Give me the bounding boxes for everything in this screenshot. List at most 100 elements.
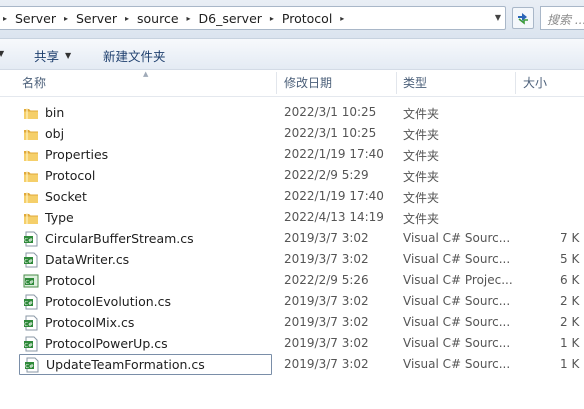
column-divider[interactable] — [276, 72, 277, 94]
file-name: Type — [45, 210, 74, 225]
file-row[interactable]: C# UpdateTeamFormation.cs 2019/3/7 3:02 … — [0, 354, 584, 375]
file-type: 文件夹 — [403, 212, 440, 226]
file-name-cell[interactable]: C# ProtocolMix.cs — [19, 312, 272, 333]
svg-text:C#: C# — [25, 279, 34, 285]
file-row[interactable]: bin 2022/3/1 10:25 文件夹 — [0, 102, 584, 123]
new-folder-button[interactable]: 新建文件夹 — [103, 46, 166, 65]
csharp-file-icon: C# — [23, 294, 39, 310]
file-row[interactable]: Properties 2022/1/19 17:40 文件夹 — [0, 144, 584, 165]
address-bar: ▸ Server ▸ Server ▸ source ▸ D6_server ▸… — [0, 0, 584, 39]
search-input[interactable]: 搜索 ... — [540, 6, 584, 30]
refresh-icon — [518, 13, 528, 25]
file-row[interactable]: C# DataWriter.cs 2019/3/7 3:02 Visual C#… — [0, 249, 584, 270]
breadcrumb-item-d6-server[interactable]: ▸ D6_server — [183, 11, 266, 26]
file-modified-date: 2019/3/7 3:02 — [284, 357, 369, 371]
file-name: ProtocolEvolution.cs — [45, 294, 172, 309]
folder-icon — [23, 147, 39, 163]
column-header-size[interactable]: 大小 — [517, 70, 584, 96]
file-name-cell[interactable]: C# UpdateTeamFormation.cs — [19, 354, 272, 375]
address-dropdown-icon[interactable]: ▼ — [495, 13, 501, 22]
svg-text:C#: C# — [24, 258, 33, 264]
csharp-file-icon: C# — [24, 357, 40, 373]
sort-ascending-icon: ▲ — [143, 70, 149, 78]
file-modified-date: 2022/1/19 17:40 — [284, 147, 384, 161]
file-row[interactable]: C# ProtocolEvolution.cs 2019/3/7 3:02 Vi… — [0, 291, 584, 312]
file-row[interactable]: C# ProtocolPowerUp.cs 2019/3/7 3:02 Visu… — [0, 333, 584, 354]
svg-text:C#: C# — [24, 300, 33, 306]
file-name-cell[interactable]: C# DataWriter.cs — [19, 249, 272, 270]
file-name: ProtocolMix.cs — [45, 315, 135, 330]
file-row[interactable]: Protocol 2022/2/9 5:29 文件夹 — [0, 165, 584, 186]
file-modified-date: 2019/3/7 3:02 — [284, 336, 369, 350]
chevron-right-icon: ▸ — [2, 13, 7, 23]
svg-text:C#: C# — [24, 321, 33, 327]
file-name-cell[interactable]: Protocol — [19, 165, 272, 186]
file-type: Visual C# Sourc... — [403, 336, 511, 350]
file-size: 1 K — [560, 357, 580, 371]
file-size: 2 K — [560, 294, 580, 308]
column-header-date[interactable]: 修改日期 — [278, 70, 396, 96]
chevron-right-icon: ▸ — [186, 13, 191, 23]
new-folder-label: 新建文件夹 — [103, 49, 166, 64]
column-headers: 名称 修改日期 类型 大小 — [0, 70, 584, 97]
file-modified-date: 2022/2/9 5:26 — [284, 273, 369, 287]
file-type: 文件夹 — [403, 128, 440, 142]
breadcrumb-item-server-1[interactable]: ▸ Server — [0, 11, 60, 26]
column-header-type[interactable]: 类型 — [397, 70, 515, 96]
file-name-cell[interactable]: C# Protocol — [19, 270, 272, 291]
breadcrumb[interactable]: ▸ Server ▸ Server ▸ source ▸ D6_server ▸… — [0, 6, 506, 30]
file-name-cell[interactable]: Properties — [19, 144, 272, 165]
file-modified-date: 2019/3/7 3:02 — [284, 231, 369, 245]
file-row[interactable]: C# Protocol 2022/2/9 5:26 Visual C# Proj… — [0, 270, 584, 291]
file-modified-date: 2022/3/1 10:25 — [284, 126, 377, 140]
file-modified-date: 2022/3/1 10:25 — [284, 105, 377, 119]
breadcrumb-item-server-2[interactable]: ▸ Server — [60, 11, 121, 26]
file-name-cell[interactable]: C# ProtocolPowerUp.cs — [19, 333, 272, 354]
csharp-file-icon: C# — [23, 252, 39, 268]
file-name: UpdateTeamFormation.cs — [46, 357, 205, 372]
file-name-cell[interactable]: obj — [19, 123, 272, 144]
file-name-cell[interactable]: C# CircularBufferStream.cs — [19, 228, 272, 249]
column-divider[interactable] — [515, 72, 516, 94]
refresh-button[interactable] — [512, 7, 534, 29]
csharp-file-icon: C# — [23, 336, 39, 352]
file-row[interactable]: Socket 2022/1/19 17:40 文件夹 — [0, 186, 584, 207]
chevron-right-icon: ▸ — [269, 13, 274, 23]
file-size: 5 K — [560, 252, 580, 266]
file-row[interactable]: Type 2022/4/13 14:19 文件夹 — [0, 207, 584, 228]
file-name-cell[interactable]: Socket — [19, 186, 272, 207]
file-type: 文件夹 — [403, 170, 440, 184]
file-row[interactable]: obj 2022/3/1 10:25 文件夹 — [0, 123, 584, 144]
chevron-right-icon[interactable]: ▸ — [336, 14, 348, 23]
file-type: Visual C# Projec... — [403, 273, 513, 287]
file-name-cell[interactable]: bin — [19, 102, 272, 123]
share-button[interactable]: 共享 ▼ — [34, 46, 71, 65]
file-name: bin — [45, 105, 65, 120]
file-name-cell[interactable]: C# ProtocolEvolution.cs — [19, 291, 272, 312]
svg-text:C#: C# — [25, 363, 34, 369]
command-bar: ▼ 共享 ▼ 新建文件夹 — [0, 39, 584, 70]
file-modified-date: 2022/4/13 14:19 — [284, 210, 384, 224]
file-modified-date: 2019/3/7 3:02 — [284, 294, 369, 308]
file-type: Visual C# Sourc... — [403, 252, 511, 266]
csharp-project-icon: C# — [23, 273, 39, 289]
file-type: 文件夹 — [403, 107, 440, 121]
file-name-cell[interactable]: Type — [19, 207, 272, 228]
file-row[interactable]: C# ProtocolMix.cs 2019/3/7 3:02 Visual C… — [0, 312, 584, 333]
file-name: Protocol — [45, 168, 96, 183]
file-name: DataWriter.cs — [45, 252, 130, 267]
organize-dropdown-icon[interactable]: ▼ — [0, 49, 4, 58]
file-row[interactable]: C# CircularBufferStream.cs 2019/3/7 3:02… — [0, 228, 584, 249]
file-name: Protocol — [45, 273, 96, 288]
svg-text:C#: C# — [24, 342, 33, 348]
breadcrumb-item-source[interactable]: ▸ source — [121, 11, 183, 26]
file-name: CircularBufferStream.cs — [45, 231, 194, 246]
csharp-file-icon: C# — [23, 315, 39, 331]
file-name: Properties — [45, 147, 109, 162]
file-type: Visual C# Sourc... — [403, 315, 511, 329]
file-name: obj — [45, 126, 65, 141]
file-type: 文件夹 — [403, 191, 440, 205]
breadcrumb-item-protocol[interactable]: ▸ Protocol ▸ — [266, 11, 348, 26]
file-name: ProtocolPowerUp.cs — [45, 336, 168, 351]
file-size: 6 K — [560, 273, 580, 287]
